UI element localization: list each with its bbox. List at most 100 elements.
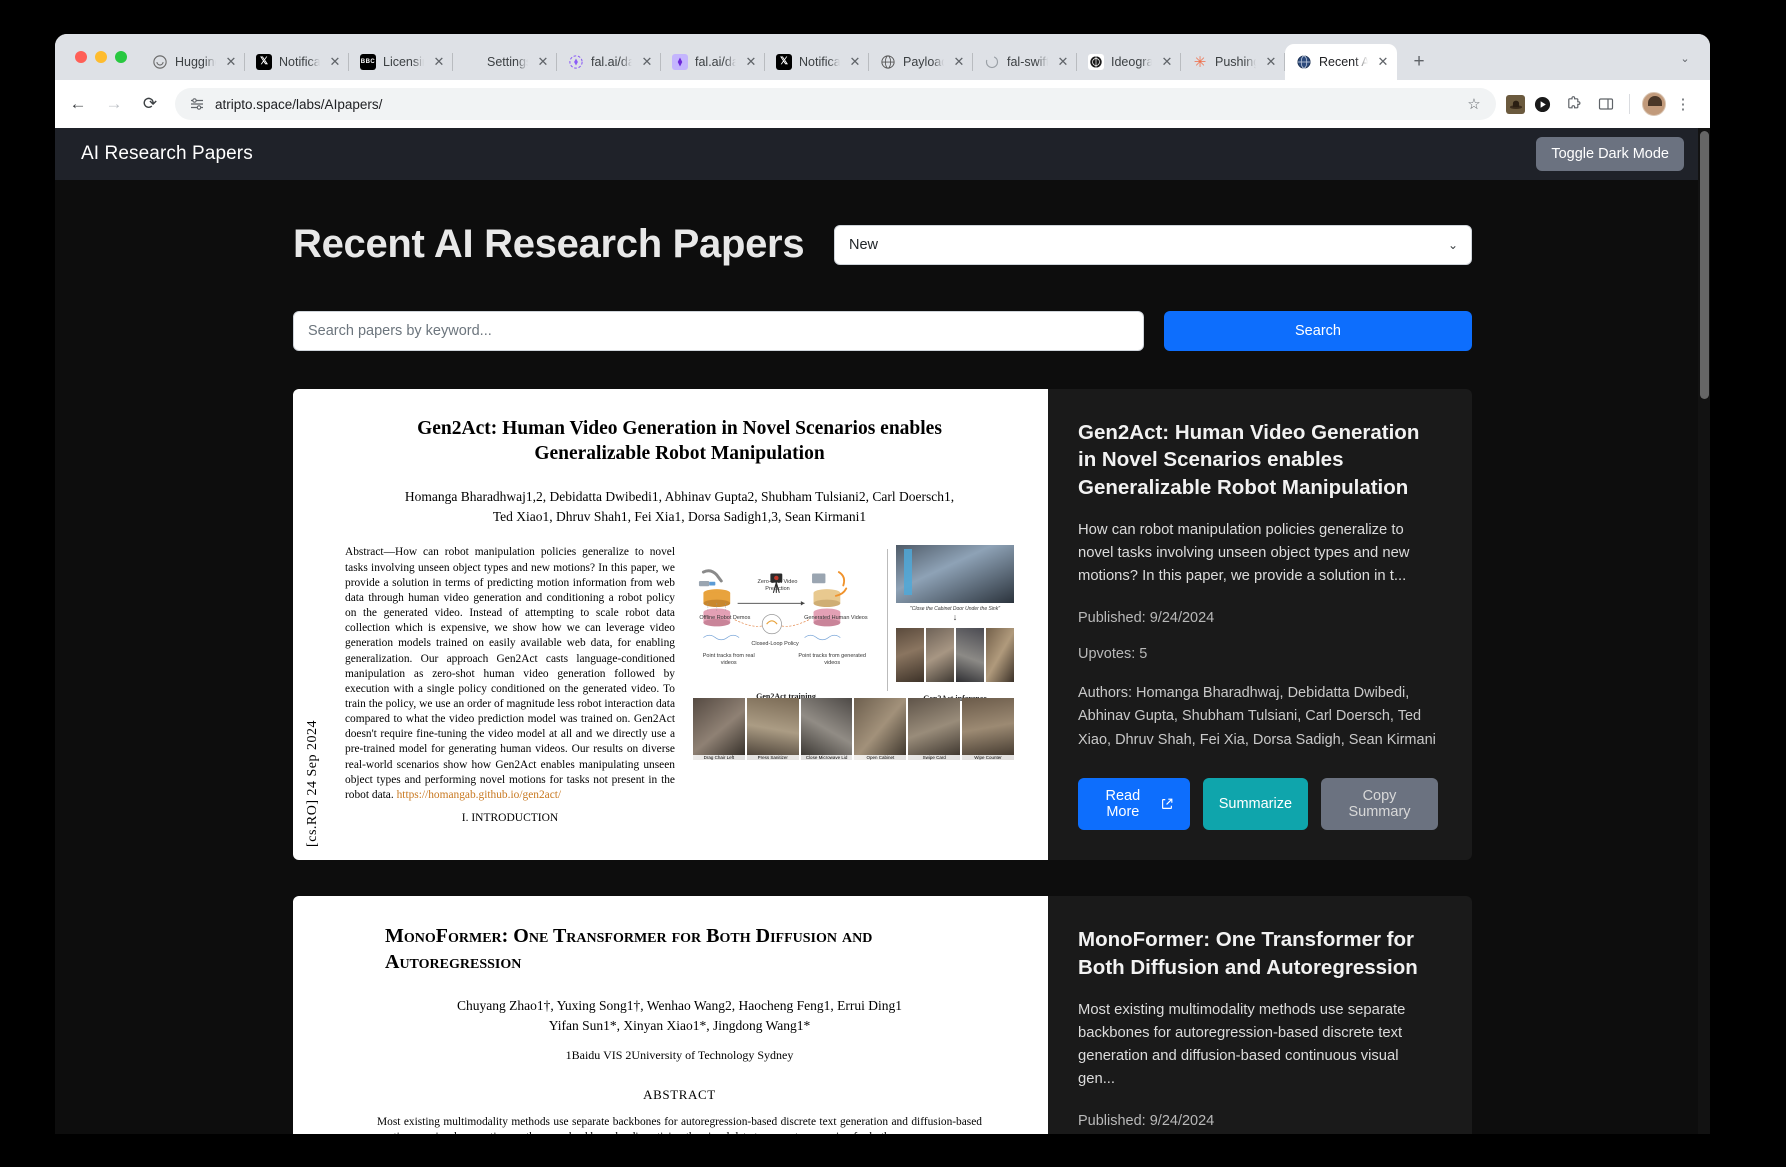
browser-tab-recent-ai-papers[interactable]: Recent A ✕ (1285, 44, 1397, 80)
new-tab-button[interactable]: + (1405, 48, 1433, 76)
page-scrollbar[interactable] (1698, 128, 1710, 1134)
summarize-button[interactable]: Summarize (1202, 778, 1309, 831)
figure-divider (887, 549, 888, 692)
tab-title: Recent A (1319, 55, 1368, 69)
figure-label-generated-videos: Generated Human Videos (804, 615, 868, 622)
thumbnail-abstract-link: https://homangab.github.io/gen2act/ (396, 788, 562, 801)
bbc-icon: BBC (360, 54, 376, 70)
page-title: Recent AI Research Papers (293, 222, 805, 266)
paper-title: MonoFormer: One Transformer for Both Dif… (1078, 928, 1418, 979)
overflow-menu-icon[interactable]: ⋮ (1668, 89, 1698, 119)
browser-tab-fal-swift[interactable]: fal-swift/ ✕ (973, 44, 1077, 80)
inference-frame (956, 628, 984, 683)
inference-frame (926, 628, 954, 683)
play-icon[interactable] (1527, 89, 1557, 119)
browser-window: Hugging ✕ 𝕏 Notificati ✕ BBC Licensing ✕… (55, 34, 1710, 1134)
browser-tab-notifications-1[interactable]: 𝕏 Notificati ✕ (245, 44, 349, 80)
tab-title: fal-swift/ (1007, 55, 1048, 69)
thumbnail-figure: Zero-Shot Video Prediction Offline Robot… (693, 545, 1014, 826)
result-photo: Wipe Counter (962, 698, 1014, 761)
thumbnail-authors-line2: Yifan Sun1*, Xinyan Xiao1*, Jingdong Wan… (548, 1017, 811, 1033)
thumbnail-authors: Homanga Bharadhwaj1,2, Debidatta Dwibedi… (345, 487, 1014, 528)
inference-frame (986, 628, 1014, 683)
browser-tab-notifications-2[interactable]: 𝕏 Notificati ✕ (765, 44, 869, 80)
browser-tab-payload[interactable]: Payload ✕ (869, 44, 973, 80)
maximize-window-button[interactable] (115, 51, 127, 63)
thumbnail-abstract-heading: ABSTRACT (643, 1087, 716, 1103)
figure-top-row: Zero-Shot Video Prediction Offline Robot… (693, 545, 1014, 703)
browser-tab-settings[interactable]: Settings( ✕ (453, 44, 557, 80)
avatar[interactable] (1642, 92, 1666, 116)
sort-select[interactable]: New Top Trending (834, 224, 1472, 265)
browser-tab-licensing[interactable]: BBC Licensing ✕ (349, 44, 453, 80)
sort-select-wrapper: New Top Trending ⌄ (834, 224, 1472, 265)
paper-thumbnail[interactable]: p 2024 MonoFormer: One Transformer for B… (293, 896, 1048, 1134)
paper-title: Gen2Act: Human Video Generation in Novel… (1078, 421, 1420, 499)
window-traffic-lights (65, 34, 141, 80)
search-input[interactable] (293, 311, 1144, 351)
extension-icon[interactable] (1506, 94, 1525, 114)
close-icon[interactable]: ✕ (223, 54, 239, 70)
inference-frame (896, 628, 924, 683)
reload-button[interactable]: ⟳ (133, 87, 167, 121)
paper-summary: How can robot manipulation policies gene… (1078, 521, 1410, 584)
fal-icon (672, 54, 688, 70)
browser-tab-pushing[interactable]: ✳ Pushing ✕ (1181, 44, 1285, 80)
thumbnail-authors-line1: Homanga Bharadhwaj1,2, Debidatta Dwibedi… (404, 488, 955, 504)
forward-button[interactable]: → (97, 87, 131, 121)
thumbnail-authors-line2: Ted Xiao1, Dhruv Shah1, Fei Xia1, Dorsa … (492, 509, 867, 525)
search-row: Search (293, 311, 1472, 351)
extension-puzzle-icon[interactable] (1559, 89, 1589, 119)
result-photo-caption: Drag Chair Left (693, 755, 745, 761)
result-photo-caption: Swipe Card (908, 755, 961, 761)
scrollbar-thumb[interactable] (1700, 131, 1709, 399)
close-icon[interactable]: ✕ (743, 54, 759, 70)
browser-tab-hugging[interactable]: Hugging ✕ (141, 44, 245, 80)
paper-authors: Authors: Homanga Bharadhwaj, Debidatta D… (1078, 684, 1436, 748)
result-photo: Drag Chair Left (693, 698, 745, 761)
close-window-button[interactable] (75, 51, 87, 63)
close-icon[interactable]: ✕ (431, 54, 447, 70)
thumbnail-abstract: Abstract—How can robot manipulation poli… (345, 545, 675, 826)
figure-label-zero-shot: Zero-Shot Video Prediction (757, 579, 798, 592)
minimize-window-button[interactable] (95, 51, 107, 63)
close-icon[interactable]: ✕ (639, 54, 655, 70)
result-photo-caption: Open Cabinet (854, 755, 907, 761)
close-icon[interactable]: ✕ (847, 54, 863, 70)
close-icon[interactable]: ✕ (1159, 54, 1175, 70)
chevron-down-icon[interactable]: ⌄ (1672, 45, 1698, 71)
browser-tab-ideogram[interactable]: Ideogram ✕ (1077, 44, 1181, 80)
result-photo: Press Sanitizer (746, 698, 799, 761)
result-photo-caption: Close Microwave Lid (800, 755, 853, 761)
reading-list-icon[interactable] (1591, 89, 1621, 119)
back-button[interactable]: ← (61, 87, 95, 121)
paper-published-date: Published: 9/24/2024 (1078, 1113, 1215, 1130)
tune-icon[interactable] (189, 96, 205, 112)
bookmark-star-icon[interactable]: ☆ (1464, 95, 1484, 113)
paper-thumbnail[interactable]: [cs.RO] 24 Sep 2024 Gen2Act: Human Video… (293, 389, 1048, 861)
search-button[interactable]: Search (1164, 311, 1472, 351)
browser-tab-fal-dashboard-1[interactable]: fal.ai/das ✕ (557, 44, 661, 80)
close-icon[interactable]: ✕ (535, 54, 551, 70)
close-icon[interactable]: ✕ (951, 54, 967, 70)
paper-card[interactable]: p 2024 MonoFormer: One Transformer for B… (293, 896, 1472, 1134)
browser-tab-fal-dashboard-2[interactable]: fal.ai/das ✕ (661, 44, 765, 80)
copy-summary-button[interactable]: Copy Summary (1321, 778, 1438, 831)
tab-title: fal.ai/das (695, 55, 736, 69)
tab-title: Notificati (279, 55, 320, 69)
result-photo: Swipe Card (908, 698, 961, 761)
toggle-dark-mode-button[interactable]: Toggle Dark Mode (1536, 137, 1684, 171)
gen2act-training-diagram (698, 569, 848, 641)
globe-icon (1296, 54, 1312, 70)
address-bar[interactable]: atripto.space/labs/AIpapers/ ☆ (175, 88, 1496, 120)
close-icon[interactable]: ✕ (1375, 54, 1391, 70)
close-icon[interactable]: ✕ (1055, 54, 1071, 70)
paper-card[interactable]: [cs.RO] 24 Sep 2024 Gen2Act: Human Video… (293, 389, 1472, 861)
close-icon[interactable]: ✕ (327, 54, 343, 70)
close-icon[interactable]: ✕ (1263, 54, 1279, 70)
ideogram-icon (1088, 54, 1104, 70)
thumbnail-affiliations: 1Baidu VIS 2University of Technology Syd… (565, 1048, 794, 1063)
browser-toolbar: ← → ⟳ atripto.space/labs/AIpapers/ ☆ ⋮ (55, 80, 1710, 128)
read-more-button[interactable]: Read More (1078, 778, 1190, 831)
x-twitter-icon: 𝕏 (776, 54, 792, 70)
